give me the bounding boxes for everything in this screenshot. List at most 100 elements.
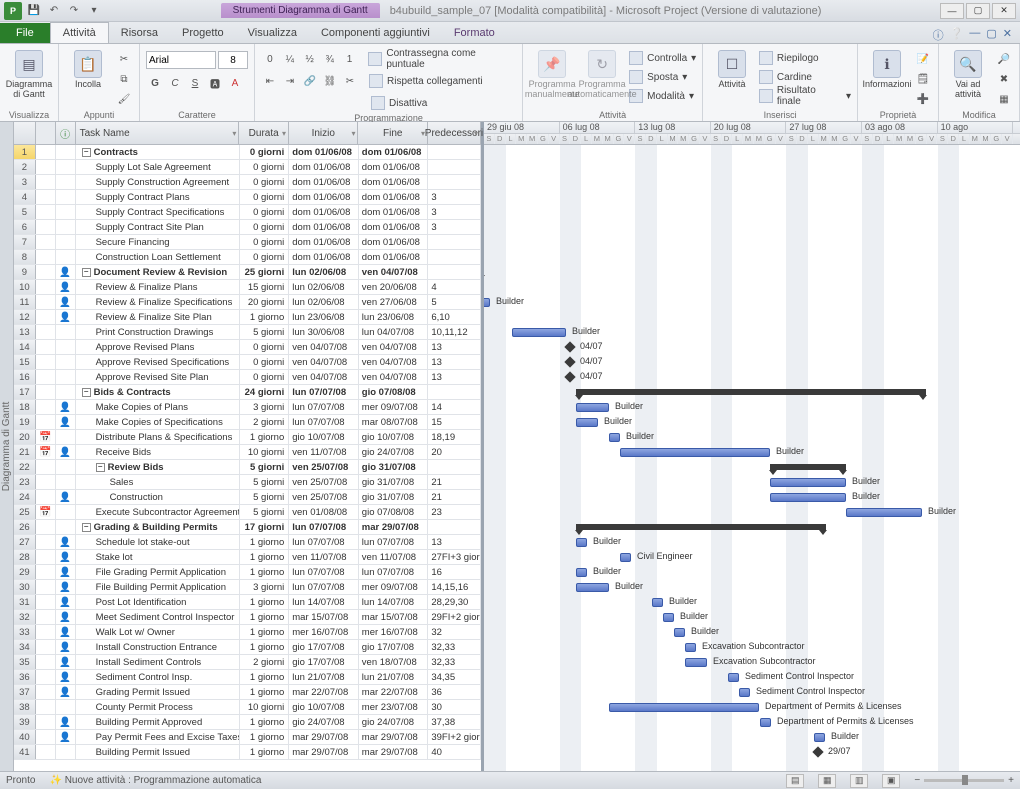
- start-cell[interactable]: gio 17/07/08: [289, 655, 359, 669]
- gantt-row[interactable]: Builder: [484, 535, 1020, 550]
- table-row[interactable]: 34👤Install Construction Entrance1 giorno…: [14, 640, 481, 655]
- duration-cell[interactable]: 0 giorni: [240, 250, 290, 264]
- th-start[interactable]: Inizio▾: [289, 122, 358, 144]
- finish-cell[interactable]: lun 07/07/08: [359, 565, 429, 579]
- pct50-button[interactable]: ½: [301, 50, 319, 68]
- start-cell[interactable]: lun 02/06/08: [289, 280, 359, 294]
- pred-cell[interactable]: 32: [428, 625, 481, 639]
- taskname-cell[interactable]: Supply Contract Specifications: [76, 205, 240, 219]
- pred-cell[interactable]: 21: [428, 490, 481, 504]
- row-number[interactable]: 26: [14, 520, 36, 534]
- finish-cell[interactable]: ven 11/07/08: [359, 550, 429, 564]
- row-number[interactable]: 39: [14, 715, 36, 729]
- row-number[interactable]: 11: [14, 295, 36, 309]
- font-size-select[interactable]: [218, 51, 248, 69]
- duration-cell[interactable]: 20 giorni: [240, 295, 290, 309]
- taskname-cell[interactable]: Building Permit Approved: [76, 715, 240, 729]
- taskname-cell[interactable]: Receive Bids: [76, 445, 240, 459]
- pct75-button[interactable]: ¾: [321, 50, 339, 68]
- table-row[interactable]: 21📅👤Receive Bids10 giorniven 11/07/08gio…: [14, 445, 481, 460]
- start-cell[interactable]: gio 17/07/08: [289, 640, 359, 654]
- row-number[interactable]: 36: [14, 670, 36, 684]
- taskname-cell[interactable]: Sales: [76, 475, 240, 489]
- taskname-cell[interactable]: Secure Financing: [76, 235, 240, 249]
- gantt-row[interactable]: Excavation Subcontractor: [484, 655, 1020, 670]
- pred-cell[interactable]: 27FI+3 giorni: [428, 550, 481, 564]
- finish-cell[interactable]: lun 14/07/08: [359, 595, 429, 609]
- taskname-cell[interactable]: File Grading Permit Application: [76, 565, 240, 579]
- row-number[interactable]: 12: [14, 310, 36, 324]
- finish-cell[interactable]: ven 27/06/08: [359, 295, 429, 309]
- unlink-button[interactable]: ⛓: [321, 72, 339, 90]
- row-number[interactable]: 32: [14, 610, 36, 624]
- zoom-out-icon[interactable]: −: [914, 775, 920, 786]
- pred-cell[interactable]: 3: [428, 220, 481, 234]
- milestone-diamond[interactable]: [564, 341, 575, 352]
- pred-cell[interactable]: 40: [428, 745, 481, 759]
- table-row[interactable]: 24👤Construction5 giorniven 25/07/08gio 3…: [14, 490, 481, 505]
- row-number[interactable]: 37: [14, 685, 36, 699]
- start-cell[interactable]: ven 04/07/08: [289, 340, 359, 354]
- format-painter-icon[interactable]: 🖌: [115, 90, 133, 108]
- start-cell[interactable]: dom 01/06/08: [289, 175, 359, 189]
- duration-cell[interactable]: 0 giorni: [240, 160, 290, 174]
- row-number[interactable]: 10: [14, 280, 36, 294]
- duration-cell[interactable]: 1 giorno: [240, 640, 290, 654]
- pred-cell[interactable]: 32,33: [428, 640, 481, 654]
- row-number[interactable]: 18: [14, 400, 36, 414]
- duration-cell[interactable]: 0 giorni: [240, 205, 290, 219]
- table-row[interactable]: 33👤Walk Lot w/ Owner1 giornomer 16/07/08…: [14, 625, 481, 640]
- task-bar[interactable]: [770, 493, 846, 502]
- gantt-row[interactable]: [484, 385, 1020, 400]
- table-row[interactable]: 13Print Construction Drawings5 giornilun…: [14, 325, 481, 340]
- indent-button[interactable]: ⇥: [281, 72, 299, 90]
- bold-button[interactable]: G: [146, 74, 164, 92]
- pred-cell[interactable]: [428, 520, 481, 534]
- duration-cell[interactable]: 25 giorni: [240, 265, 290, 279]
- zoom-in-icon[interactable]: +: [1008, 775, 1014, 786]
- table-row[interactable]: 8Construction Loan Settlement0 giornidom…: [14, 250, 481, 265]
- gantt-row[interactable]: [484, 235, 1020, 250]
- pred-cell[interactable]: 13: [428, 370, 481, 384]
- auto-schedule-button[interactable]: ↻ Programma automaticamente: [579, 46, 625, 100]
- gantt-row[interactable]: [484, 220, 1020, 235]
- duration-cell[interactable]: 1 giorno: [240, 670, 290, 684]
- table-row[interactable]: 32👤Meet Sediment Control Inspector1 gior…: [14, 610, 481, 625]
- pred-cell[interactable]: [428, 265, 481, 279]
- cut-icon[interactable]: ✂: [115, 50, 133, 68]
- pred-cell[interactable]: 14: [428, 400, 481, 414]
- finish-cell[interactable]: mar 29/07/08: [359, 745, 429, 759]
- finish-cell[interactable]: mar 08/07/08: [359, 415, 429, 429]
- start-cell[interactable]: dom 01/06/08: [289, 145, 359, 159]
- pred-cell[interactable]: 29FI+2 giorni,31: [428, 610, 481, 624]
- close-button[interactable]: ✕: [992, 3, 1016, 19]
- taskname-cell[interactable]: Construction: [76, 490, 240, 504]
- summary-bar[interactable]: [576, 389, 926, 395]
- duration-cell[interactable]: 0 giorni: [240, 370, 290, 384]
- duration-cell[interactable]: 1 giorno: [240, 745, 290, 759]
- duration-cell[interactable]: 1 giorno: [240, 715, 290, 729]
- row-number[interactable]: 5: [14, 205, 36, 219]
- start-cell[interactable]: mar 22/07/08: [289, 685, 359, 699]
- row-number[interactable]: 2: [14, 160, 36, 174]
- row-number[interactable]: 17: [14, 385, 36, 399]
- gantt-row[interactable]: [484, 265, 1020, 280]
- summary-bar[interactable]: [576, 524, 826, 530]
- bgcolor-button[interactable]: 🅰: [206, 74, 224, 92]
- finish-cell[interactable]: gio 31/07/08: [359, 490, 429, 504]
- table-row[interactable]: 35👤Install Sediment Controls2 giornigio …: [14, 655, 481, 670]
- start-cell[interactable]: lun 14/07/08: [289, 595, 359, 609]
- duration-cell[interactable]: 3 giorni: [240, 400, 290, 414]
- disable-button[interactable]: Disattiva: [371, 94, 427, 112]
- start-cell[interactable]: lun 21/07/08: [289, 670, 359, 684]
- pred-cell[interactable]: 13: [428, 340, 481, 354]
- pred-cell[interactable]: 28,29,30: [428, 595, 481, 609]
- finish-cell[interactable]: dom 01/06/08: [359, 205, 429, 219]
- pred-cell[interactable]: 36: [428, 685, 481, 699]
- duration-cell[interactable]: 0 giorni: [240, 175, 290, 189]
- taskname-cell[interactable]: −Grading & Building Permits: [76, 520, 240, 534]
- duration-cell[interactable]: 10 giorni: [240, 445, 290, 459]
- table-row[interactable]: 4Supply Contract Plans0 giornidom 01/06/…: [14, 190, 481, 205]
- gantt-row[interactable]: Department of Permits & Licenses: [484, 715, 1020, 730]
- taskname-cell[interactable]: Construction Loan Settlement: [76, 250, 240, 264]
